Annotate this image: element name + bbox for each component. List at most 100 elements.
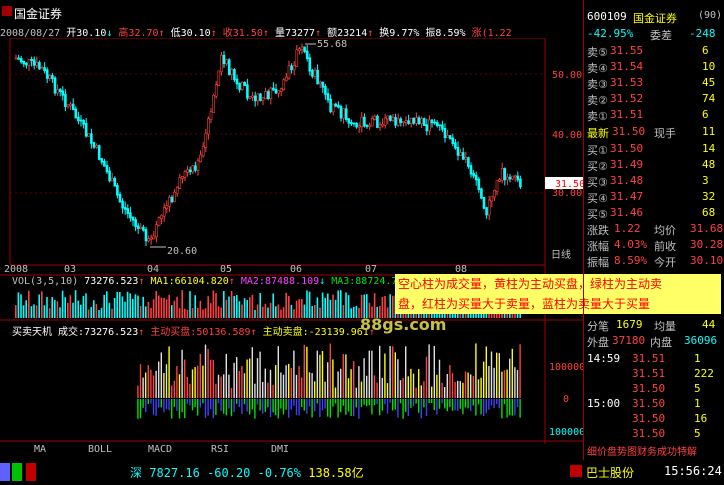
flow-buy-bar bbox=[298, 366, 300, 398]
candle-body bbox=[97, 145, 101, 160]
flow-sell-bar bbox=[238, 399, 240, 408]
volume-bar bbox=[233, 295, 235, 318]
tab-dmi[interactable]: DMI bbox=[242, 444, 318, 458]
volume-bar bbox=[189, 291, 191, 318]
candle-body bbox=[451, 137, 455, 145]
flow-buy-bar bbox=[139, 364, 142, 398]
flow-sell-bar bbox=[444, 399, 446, 409]
flow-buy-bar bbox=[389, 346, 391, 398]
flow-buy-bar bbox=[459, 381, 461, 398]
flow-sell-bar bbox=[194, 399, 196, 408]
candle-body bbox=[259, 93, 262, 102]
flow-buy-bar bbox=[165, 364, 168, 398]
candle-body bbox=[503, 168, 507, 181]
flow-buy-bar bbox=[394, 352, 396, 398]
candle-body bbox=[144, 229, 148, 242]
flow-buy-bar bbox=[420, 385, 422, 398]
flow-buy-bar bbox=[163, 372, 165, 398]
volume-bar bbox=[124, 301, 126, 318]
flow-sell-bar bbox=[355, 399, 357, 408]
flow-sell-bar bbox=[327, 399, 329, 417]
candle-body bbox=[121, 200, 124, 209]
candle-body bbox=[482, 197, 486, 209]
flow-sell-bar bbox=[197, 399, 199, 416]
sell-order-row: 卖① 31.51 6 bbox=[584, 108, 724, 124]
stock-suffix: (90) bbox=[698, 10, 723, 21]
candle-body bbox=[404, 120, 408, 123]
volume-bar bbox=[126, 291, 129, 318]
weicha-value: -248 bbox=[689, 27, 716, 40]
volume-bar bbox=[288, 295, 290, 318]
alert-icon[interactable] bbox=[570, 465, 582, 477]
candle-body bbox=[243, 81, 247, 86]
candle-body bbox=[311, 69, 314, 77]
candle-body bbox=[108, 170, 111, 182]
stat-row: 涨跌 1.22 均价 31.68 bbox=[584, 222, 724, 238]
candle-body bbox=[493, 190, 496, 198]
flow-sell-bar bbox=[410, 399, 412, 408]
sell-price: 31.54 bbox=[610, 60, 644, 73]
volume-bar bbox=[176, 296, 178, 318]
flow-sell-bar bbox=[514, 399, 516, 416]
candle-body bbox=[199, 154, 202, 163]
flow-sell-bar bbox=[483, 399, 485, 416]
flow-sell-bar bbox=[254, 399, 256, 419]
market-index: 深 7827.16 -60.20 -0.76% 138.58亿 bbox=[130, 464, 364, 481]
flow-buy-bar bbox=[288, 363, 290, 398]
weibi-row: -42.95% 委差 -248 bbox=[584, 27, 724, 43]
flow-buy-bar bbox=[477, 379, 480, 398]
flow-buy-bar bbox=[425, 356, 428, 398]
x-tick-label: 04 bbox=[147, 264, 159, 275]
candle-body bbox=[295, 49, 299, 67]
x-tick-label: 2008 bbox=[4, 264, 28, 275]
buy-volume: 68 bbox=[702, 206, 716, 219]
volume-bar bbox=[106, 291, 108, 318]
low-marker-label: 20.60 bbox=[167, 246, 197, 257]
candle-body bbox=[238, 82, 241, 90]
flow-sell-bar bbox=[285, 399, 287, 410]
candle-body bbox=[253, 95, 257, 102]
flow-sell-bar bbox=[321, 399, 324, 411]
candle-body bbox=[74, 108, 78, 119]
flow-sell-bar bbox=[176, 399, 178, 411]
quote-tab-strip[interactable]: 细价盘势图财务成功特解 bbox=[587, 443, 697, 458]
flow-sell-bar bbox=[191, 399, 194, 411]
buy-volume: 32 bbox=[702, 190, 716, 203]
flow-sell-bar bbox=[360, 399, 363, 408]
candle-body bbox=[149, 237, 153, 240]
flow-sell-bar bbox=[288, 399, 290, 418]
flow-sell-bar bbox=[462, 399, 464, 415]
flow-sell-bar bbox=[516, 399, 519, 408]
flow-sell-bar bbox=[165, 399, 168, 410]
candle-body bbox=[394, 117, 397, 126]
volume-bar bbox=[145, 306, 147, 318]
flow-buy-bar bbox=[230, 387, 233, 398]
candle-body bbox=[474, 174, 478, 181]
candle-body bbox=[370, 118, 374, 127]
candle-body bbox=[321, 81, 325, 88]
candle-body bbox=[316, 69, 319, 85]
flow-sell-bar bbox=[282, 399, 285, 415]
volume-bar bbox=[98, 309, 100, 318]
candle-body bbox=[435, 121, 439, 127]
candle-body bbox=[373, 115, 377, 120]
flow-sell-bar bbox=[189, 399, 191, 406]
candle-body bbox=[282, 79, 286, 91]
candle-body bbox=[105, 165, 109, 173]
flow-buy-bar bbox=[204, 344, 207, 398]
candle-body bbox=[511, 175, 514, 180]
flow-sell-bar bbox=[314, 399, 316, 412]
latest-value: 31.50 bbox=[612, 125, 646, 138]
volume-bar bbox=[308, 291, 311, 318]
kline-chart-area[interactable]: 50.00 40.00 30.00 31.50 55.68 20.60 2008… bbox=[0, 38, 583, 444]
flow-sell-bar bbox=[220, 399, 222, 411]
flow-sell-bar bbox=[511, 399, 513, 416]
flow-active-buy: 主动买盘:50136.589 bbox=[150, 327, 251, 338]
flow-buy-bar bbox=[501, 371, 503, 398]
candle-body bbox=[38, 62, 41, 70]
candle-body bbox=[131, 216, 135, 221]
flow-sell-bar bbox=[389, 399, 391, 404]
volume-bar bbox=[85, 293, 87, 318]
candle-body bbox=[272, 87, 275, 91]
flow-buy-bar bbox=[480, 377, 482, 398]
